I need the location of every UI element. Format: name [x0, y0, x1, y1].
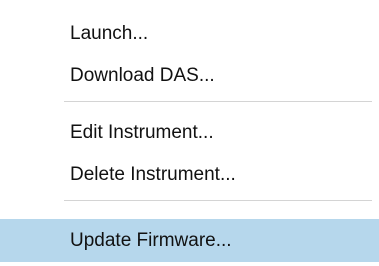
context-menu: Launch... Download DAS... Edit Instrumen…: [0, 0, 379, 266]
menu-separator: [64, 101, 372, 102]
menu-item-delete-instrument[interactable]: Delete Instrument...: [0, 156, 372, 194]
menu-separator: [64, 200, 372, 201]
menu-item-label: Edit Instrument...: [70, 122, 214, 143]
menu-item-edit-instrument[interactable]: Edit Instrument...: [0, 114, 372, 152]
menu-item-label: Delete Instrument...: [70, 164, 236, 185]
menu-item-label: Launch...: [70, 23, 149, 44]
menu-item-update-firmware[interactable]: Update Firmware...: [0, 219, 379, 262]
menu-item-download-das[interactable]: Download DAS...: [0, 57, 372, 95]
menu-item-label: Update Firmware...: [70, 229, 232, 251]
menu-item-launch[interactable]: Launch...: [0, 15, 372, 53]
menu-item-label: Download DAS...: [70, 65, 215, 86]
